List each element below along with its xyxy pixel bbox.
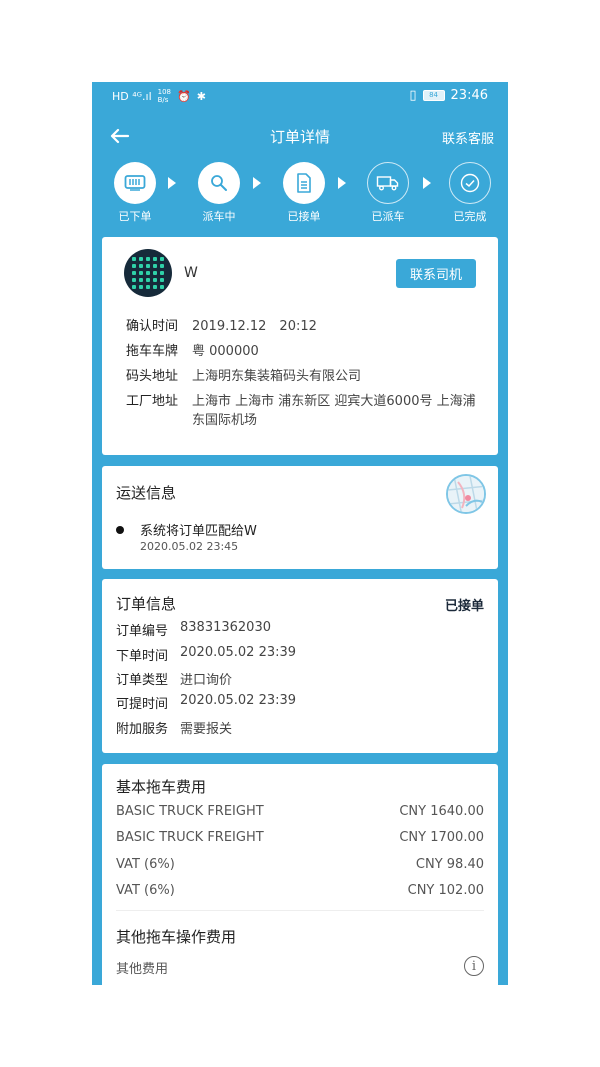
order-placed-icon [114,162,156,204]
order-type-row: 订单类型 进口询价 [116,669,232,688]
fee-amount: CNY 98.40 [415,857,484,872]
fee-amount: CNY 1700.00 [399,830,484,845]
fee-row: BASIC TRUCK FREIGHT CNY 1640.00 [116,804,484,819]
fees-card: 基本拖车费用 BASIC TRUCK FREIGHT CNY 1640.00 B… [102,764,498,985]
check-circle-icon [449,162,491,204]
confirm-time-row: 确认时间 2019.12.12 20:12 [126,317,317,336]
battery-icon: 84 [422,90,445,101]
fee-row: VAT (6%) CNY 98.40 [116,857,484,872]
bluetooth-icon: ✱ [196,89,206,103]
document-icon [283,162,325,204]
field-value: 2019.12.12 20:12 [192,319,317,334]
basic-fees-title: 基本拖车费用 [116,778,207,796]
divider [116,910,484,911]
field-value: 进口询价 [180,673,233,688]
search-icon [198,162,240,204]
step-label: 派车中 [202,210,236,223]
vibrate-icon: ▯ [409,88,417,103]
fee-amount: CNY 102.00 [407,883,484,898]
step-label: 已完成 [453,210,487,223]
speed-unit: B/s [157,96,169,104]
driver-name: W [184,265,198,281]
step-arrow-icon [168,177,176,189]
order-progress-steps: 已下单 派车中 已接单 已派车 已完成 [92,162,508,224]
network-indicator: HD ⁴ᴳ.ıl [112,89,152,103]
truck-icon [367,162,409,204]
field-value: 83831362030 [180,620,271,635]
other-fee-row: 其他费用 [116,958,484,977]
step-arrow-icon [423,177,431,189]
factory-address-row: 工厂地址 上海市 上海市 浦东新区 迎宾大道6000号 上海浦东国际机场 [126,392,476,430]
clock: 23:46 [450,88,488,103]
fee-row: VAT (6%) CNY 102.00 [116,883,484,898]
field-label: 订单类型 [116,673,169,688]
step-arrow-icon [253,177,261,189]
order-info-title: 订单信息 [116,595,177,613]
field-value: 上海市 上海市 浦东新区 迎宾大道6000号 上海浦东国际机场 [192,394,476,428]
tracking-time: 2020.05.02 23:45 [140,540,239,553]
extra-service-row: 附加服务 需要报关 [116,718,232,737]
field-label: 确认时间 [126,319,179,334]
shipping-title: 运送信息 [116,484,177,502]
nav-bar: 订单详情 联系客服 [92,118,508,154]
order-status-badge: 已接单 [444,599,484,614]
step-label: 已派车 [371,210,405,223]
step-order-placed: 已下单 [105,162,165,224]
status-left: HD ⁴ᴳ.ıl 108 B/s ⏰ ✱ [112,88,206,104]
fee-name: VAT (6%) [116,857,175,872]
field-label: 码头地址 [126,369,179,384]
timeline-dot-icon [116,526,124,534]
other-fees-title: 其他拖车操作费用 [116,928,237,946]
field-label: 订单编号 [116,624,169,639]
fee-name: BASIC TRUCK FREIGHT [116,830,264,845]
shipping-card: 运送信息 系统将订单匹配给W 2020.05.02 23:45 [102,466,498,569]
step-accepted: 已接单 [274,162,334,224]
field-label: 可提时间 [116,697,169,712]
step-completed: 已完成 [440,162,500,224]
step-label: 已接单 [287,210,321,223]
step-label: 已下单 [118,210,152,223]
info-icon[interactable]: i [464,956,484,976]
status-right: ▯ 84 23:46 [409,88,488,103]
pickup-time-row: 可提时间 2020.05.02 23:39 [116,693,296,712]
field-value: 2020.05.02 23:39 [180,645,297,660]
fee-name: BASIC TRUCK FREIGHT [116,804,264,819]
plate-row: 拖车车牌 粤 000000 [126,342,259,361]
fee-amount: CNY 1640.00 [399,804,484,819]
contact-service-link[interactable]: 联系客服 [442,128,494,147]
fee-row: BASIC TRUCK FREIGHT CNY 1700.00 [116,830,484,845]
order-time-row: 下单时间 2020.05.02 23:39 [116,645,296,664]
phone-screen: HD ⁴ᴳ.ıl 108 B/s ⏰ ✱ ▯ 84 23:46 订单详情 联系客… [92,82,508,985]
contact-driver-button[interactable]: 联系司机 [396,259,476,288]
status-bar: HD ⁴ᴳ.ıl 108 B/s ⏰ ✱ ▯ 84 23:46 [92,82,508,110]
avatar-pattern-icon [132,257,164,289]
field-label: 附加服务 [116,722,169,737]
field-value: 上海明东集装箱码头有限公司 [192,369,362,384]
field-label: 拖车车牌 [126,344,179,359]
tracking-event: 系统将订单匹配给W [140,524,257,539]
step-dispatching: 派车中 [189,162,249,224]
terminal-address-row: 码头地址 上海明东集装箱码头有限公司 [126,367,361,386]
fee-name: VAT (6%) [116,883,175,898]
order-number-row: 订单编号 83831362030 [116,620,271,639]
map-icon[interactable] [446,474,486,514]
alarm-icon: ⏰ [177,89,191,103]
step-dispatched: 已派车 [358,162,418,224]
driver-avatar [124,249,172,297]
step-arrow-icon [338,177,346,189]
order-info-card: 订单信息 已接单 订单编号 83831362030 下单时间 2020.05.0… [102,579,498,753]
field-label: 下单时间 [116,649,169,664]
field-value: 粤 000000 [192,344,259,359]
field-label: 工厂地址 [126,394,179,409]
other-fee-label: 其他费用 [116,962,169,977]
speed-value: 108 [157,88,171,96]
field-value: 2020.05.02 23:39 [180,693,297,708]
driver-card: W 联系司机 确认时间 2019.12.12 20:12 拖车车牌 粤 0000… [102,237,498,455]
field-value: 需要报关 [180,722,233,737]
network-speed: 108 B/s [158,88,171,104]
